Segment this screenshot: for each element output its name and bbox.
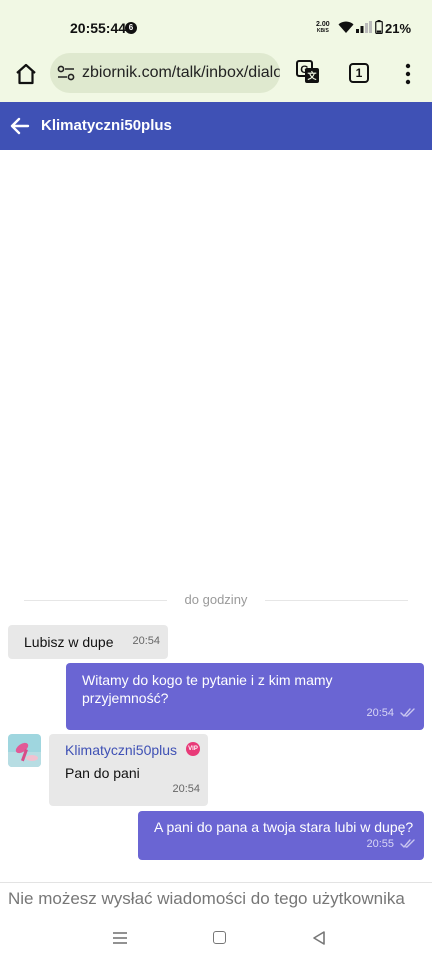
outgoing-message[interactable]: A pani do pana a twoja stara lubi w dupę… <box>138 811 424 860</box>
chat-title: Klimatyczni50plus <box>41 117 172 134</box>
message-text: A pani do pana a twoja stara lubi w dupę… <box>154 819 414 835</box>
home-nav-icon[interactable] <box>213 931 226 944</box>
composer-divider <box>0 882 432 883</box>
more-vert-icon[interactable] <box>398 62 418 86</box>
system-navigation-bar <box>0 918 432 960</box>
recent-apps-icon[interactable] <box>112 931 128 945</box>
sender-name[interactable]: Klimatyczni50plus <box>65 742 177 758</box>
notification-count-badge: 6 <box>125 22 137 34</box>
message-time: 20:55 <box>366 838 394 850</box>
address-bar[interactable]: zbiornik.com/talk/inbox/dialog <box>50 53 280 93</box>
tabs-count-button[interactable]: 1 <box>349 63 369 83</box>
incoming-message[interactable]: Lubisz w dupe 20:54 <box>8 625 168 659</box>
vip-badge: VIP <box>186 742 200 756</box>
network-speed: 2.00 KB/S <box>316 21 330 35</box>
back-arrow-icon[interactable] <box>10 116 30 136</box>
home-icon[interactable] <box>12 60 40 88</box>
message-text: Pan do pani <box>65 765 140 781</box>
status-time: 20:55:44 <box>70 20 127 36</box>
network-speed-unit: KB/S <box>316 28 329 34</box>
site-settings-icon[interactable] <box>57 65 75 81</box>
browser-toolbar: zbiornik.com/talk/inbox/dialog G 文 1 <box>0 50 432 102</box>
network-speed-value: 2.00 <box>316 21 330 28</box>
message-time: 20:54 <box>132 635 160 647</box>
read-ticks-icon <box>400 708 415 717</box>
time-divider-label: do godziny <box>184 592 248 607</box>
message-text: Witamy do kogo te pytanie i z kim mamy p… <box>82 672 333 706</box>
screen: 20:55:44 6 2.00 KB/S 21% zbiornik.com/ta… <box>0 0 432 960</box>
back-nav-icon[interactable] <box>312 931 326 945</box>
message-text: Lubisz w dupe <box>24 634 114 650</box>
message-time: 20:54 <box>366 707 394 719</box>
chat-header: Klimatyczni50plus <box>0 102 432 150</box>
outgoing-message[interactable]: Witamy do kogo te pytanie i z kim mamy p… <box>66 663 424 730</box>
translate-icon[interactable]: G 文 <box>296 60 320 84</box>
svg-text:文: 文 <box>306 70 317 81</box>
avatar-image <box>8 734 41 767</box>
signal-icon <box>356 21 372 33</box>
message-time: 20:54 <box>172 783 200 795</box>
url-text[interactable]: zbiornik.com/talk/inbox/dialog <box>82 64 280 82</box>
incoming-message[interactable]: Klimatyczni50plus VIP Pan do pani 20:54 <box>49 734 208 806</box>
avatar[interactable] <box>8 734 41 767</box>
battery-percent: 21% <box>385 21 412 36</box>
cannot-message-notice: Nie możesz wysłać wiadomości do tego uży… <box>8 889 405 908</box>
time-divider: do godziny <box>24 592 408 608</box>
read-ticks-icon <box>400 839 415 848</box>
battery-icon <box>375 20 383 34</box>
status-bar: 20:55:44 6 2.00 KB/S 21% <box>0 0 432 50</box>
wifi-icon <box>338 21 354 33</box>
